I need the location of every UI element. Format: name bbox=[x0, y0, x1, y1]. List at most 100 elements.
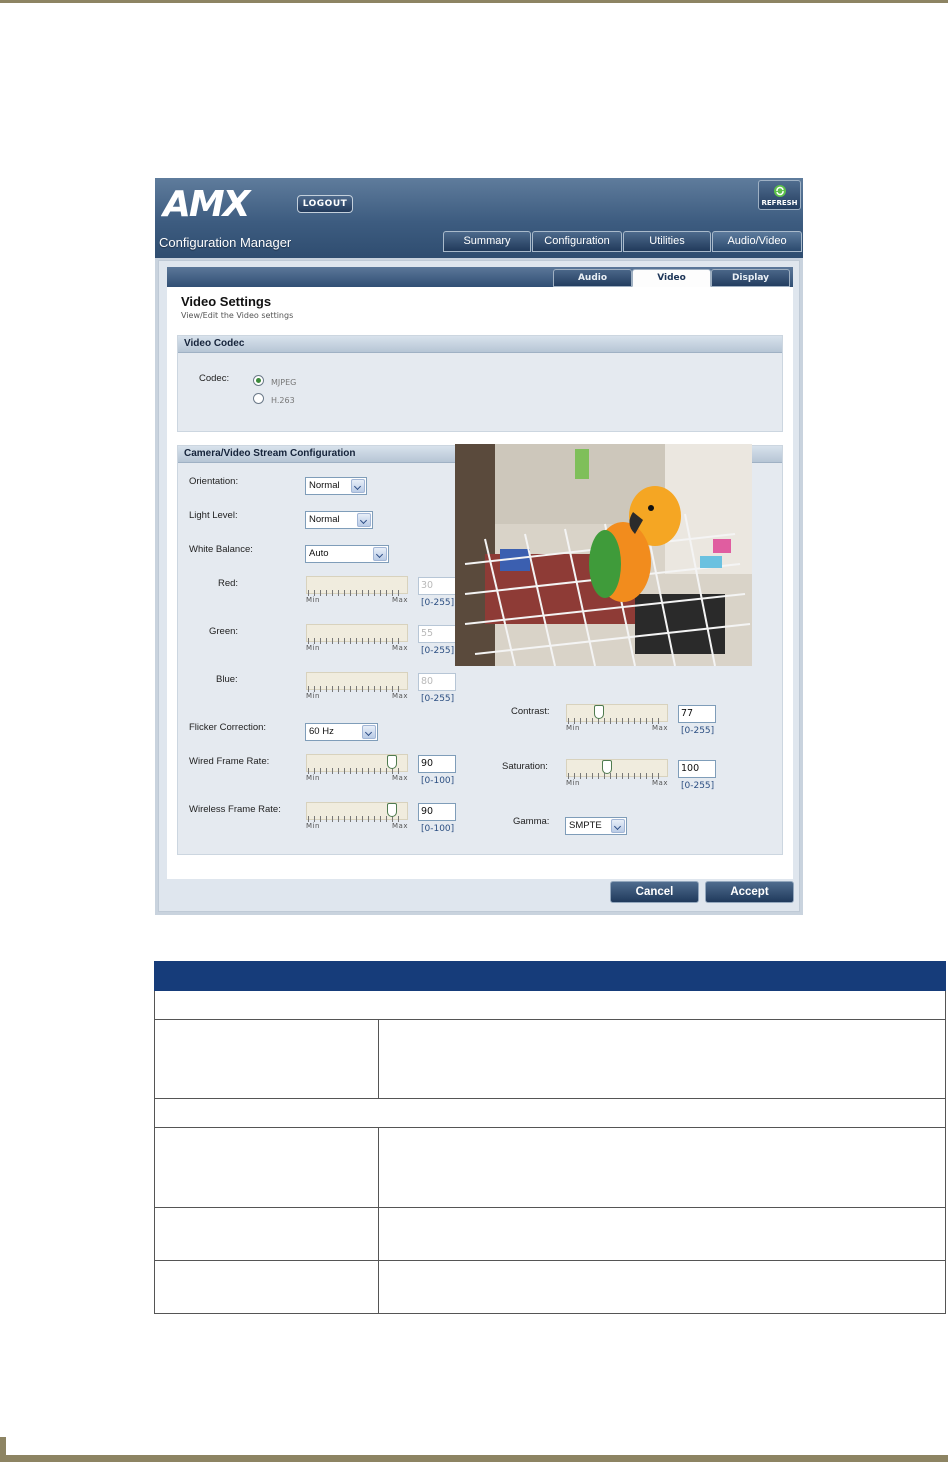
app-header: AMX LOGOUT REFRESH Configuration Manager… bbox=[155, 178, 803, 258]
saturation-range: [0-255] bbox=[681, 781, 715, 791]
green-label: Green: bbox=[209, 626, 239, 637]
table-row bbox=[154, 1128, 946, 1208]
red-value-field[interactable]: 30 bbox=[418, 577, 456, 595]
chevron-down-icon bbox=[351, 479, 365, 493]
video-settings-panel: Video Settings View/Edit the Video setti… bbox=[167, 287, 793, 879]
min-label: Min bbox=[566, 724, 580, 732]
select-value: Normal bbox=[309, 514, 340, 525]
subtab-bar: Audio Video Display bbox=[167, 267, 793, 287]
min-label: Min bbox=[306, 774, 320, 782]
slider-thumb[interactable] bbox=[387, 803, 398, 817]
tab-utilities[interactable]: Utilities bbox=[623, 231, 711, 252]
page-title: Video Settings bbox=[181, 294, 272, 309]
red-slider[interactable]: Min Max bbox=[306, 576, 408, 604]
contrast-slider[interactable]: Min Max bbox=[566, 704, 668, 732]
white-balance-select[interactable]: Auto bbox=[305, 545, 389, 563]
subtab-display[interactable]: Display bbox=[711, 269, 790, 287]
saturation-field[interactable]: 100 bbox=[678, 760, 716, 778]
slider-minmax: Min Max bbox=[306, 596, 408, 604]
slider-minmax: Min Max bbox=[306, 692, 408, 700]
red-range: [0-255] bbox=[421, 598, 455, 608]
wireless-frame-rate-label: Wireless Frame Rate: bbox=[189, 804, 281, 815]
codec-option-label: MJPEG bbox=[271, 378, 297, 387]
accept-button[interactable]: Accept bbox=[705, 881, 794, 903]
wireless-frame-rate-slider[interactable]: Min Max bbox=[306, 802, 408, 830]
gamma-select[interactable]: SMPTE bbox=[565, 817, 627, 835]
min-label: Min bbox=[306, 644, 320, 652]
wireless-frame-rate-field[interactable]: 90 bbox=[418, 803, 456, 821]
slider-thumb[interactable] bbox=[594, 705, 605, 719]
amx-logo: AMX bbox=[161, 186, 255, 220]
camera-preview-image bbox=[455, 444, 752, 666]
contrast-field[interactable]: 77 bbox=[678, 705, 716, 723]
max-label: Max bbox=[392, 596, 408, 604]
min-label: Min bbox=[306, 596, 320, 604]
chevron-down-icon bbox=[357, 513, 371, 527]
content-frame: Audio Video Display Video Settings View/… bbox=[158, 260, 800, 912]
select-value: 60 Hz bbox=[309, 726, 334, 737]
video-codec-section: Video Codec Codec: MJPEG H.263 bbox=[177, 335, 783, 432]
codec-option-label: H.263 bbox=[271, 396, 295, 405]
table-row bbox=[154, 1261, 946, 1314]
select-value: SMPTE bbox=[569, 820, 602, 831]
max-label: Max bbox=[392, 774, 408, 782]
orientation-select[interactable]: Normal bbox=[305, 477, 367, 495]
app-title: Configuration Manager bbox=[159, 235, 292, 250]
page-subtitle: View/Edit the Video settings bbox=[181, 311, 294, 320]
white-balance-label: White Balance: bbox=[189, 544, 253, 555]
section-heading: Video Codec bbox=[178, 336, 782, 353]
subtab-video[interactable]: Video bbox=[632, 269, 711, 287]
table-section-row bbox=[154, 991, 946, 1020]
green-value-field[interactable]: 55 bbox=[418, 625, 456, 643]
table-cell bbox=[155, 1128, 379, 1207]
codec-label: Codec: bbox=[199, 373, 230, 384]
orientation-label: Orientation: bbox=[189, 476, 239, 487]
table-row bbox=[154, 1020, 946, 1099]
main-tabs: Summary Configuration Utilities Audio/Vi… bbox=[443, 231, 803, 252]
contrast-range: [0-255] bbox=[681, 726, 715, 736]
table-cell bbox=[155, 1261, 379, 1313]
codec-radio-mjpeg[interactable] bbox=[253, 375, 264, 386]
refresh-button[interactable]: REFRESH bbox=[758, 180, 801, 210]
tab-summary[interactable]: Summary bbox=[443, 231, 531, 252]
green-range: [0-255] bbox=[421, 646, 455, 656]
chevron-down-icon bbox=[611, 819, 625, 833]
max-label: Max bbox=[652, 779, 668, 787]
cancel-button[interactable]: Cancel bbox=[610, 881, 699, 903]
green-slider[interactable]: Min Max bbox=[306, 624, 408, 652]
svg-text:AMX: AMX bbox=[161, 186, 253, 220]
flicker-correction-select[interactable]: 60 Hz bbox=[305, 723, 378, 741]
configuration-manager-window: AMX LOGOUT REFRESH Configuration Manager… bbox=[155, 178, 803, 915]
wired-frame-rate-slider[interactable]: Min Max bbox=[306, 754, 408, 782]
wired-frame-rate-range: [0-100] bbox=[421, 776, 455, 786]
table-header bbox=[154, 961, 946, 991]
subtab-audio[interactable]: Audio bbox=[553, 269, 632, 287]
max-label: Max bbox=[392, 644, 408, 652]
saturation-slider[interactable]: Min Max bbox=[566, 759, 668, 787]
blue-value-field[interactable]: 80 bbox=[418, 673, 456, 691]
logout-button[interactable]: LOGOUT bbox=[297, 195, 353, 213]
wired-frame-rate-field[interactable]: 90 bbox=[418, 755, 456, 773]
slider-minmax: Min Max bbox=[306, 644, 408, 652]
blue-label: Blue: bbox=[216, 674, 238, 685]
light-level-select[interactable]: Normal bbox=[305, 511, 373, 529]
light-level-label: Light Level: bbox=[189, 510, 238, 521]
tab-audio-video[interactable]: Audio/Video bbox=[712, 231, 802, 252]
refresh-icon bbox=[773, 185, 786, 197]
table-cell bbox=[155, 1208, 379, 1260]
blue-range: [0-255] bbox=[421, 694, 455, 704]
codec-radio-h263[interactable] bbox=[253, 393, 264, 404]
slider-thumb[interactable] bbox=[602, 760, 613, 774]
slider-minmax: Min Max bbox=[566, 779, 668, 787]
min-label: Min bbox=[306, 692, 320, 700]
tab-configuration[interactable]: Configuration bbox=[532, 231, 622, 252]
wireless-frame-rate-range: [0-100] bbox=[421, 824, 455, 834]
red-label: Red: bbox=[218, 578, 239, 589]
blue-slider[interactable]: Min Max bbox=[306, 672, 408, 700]
max-label: Max bbox=[652, 724, 668, 732]
slider-thumb[interactable] bbox=[387, 755, 398, 769]
max-label: Max bbox=[392, 822, 408, 830]
min-label: Min bbox=[566, 779, 580, 787]
table-cell bbox=[155, 1020, 379, 1098]
slider-minmax: Min Max bbox=[566, 724, 668, 732]
